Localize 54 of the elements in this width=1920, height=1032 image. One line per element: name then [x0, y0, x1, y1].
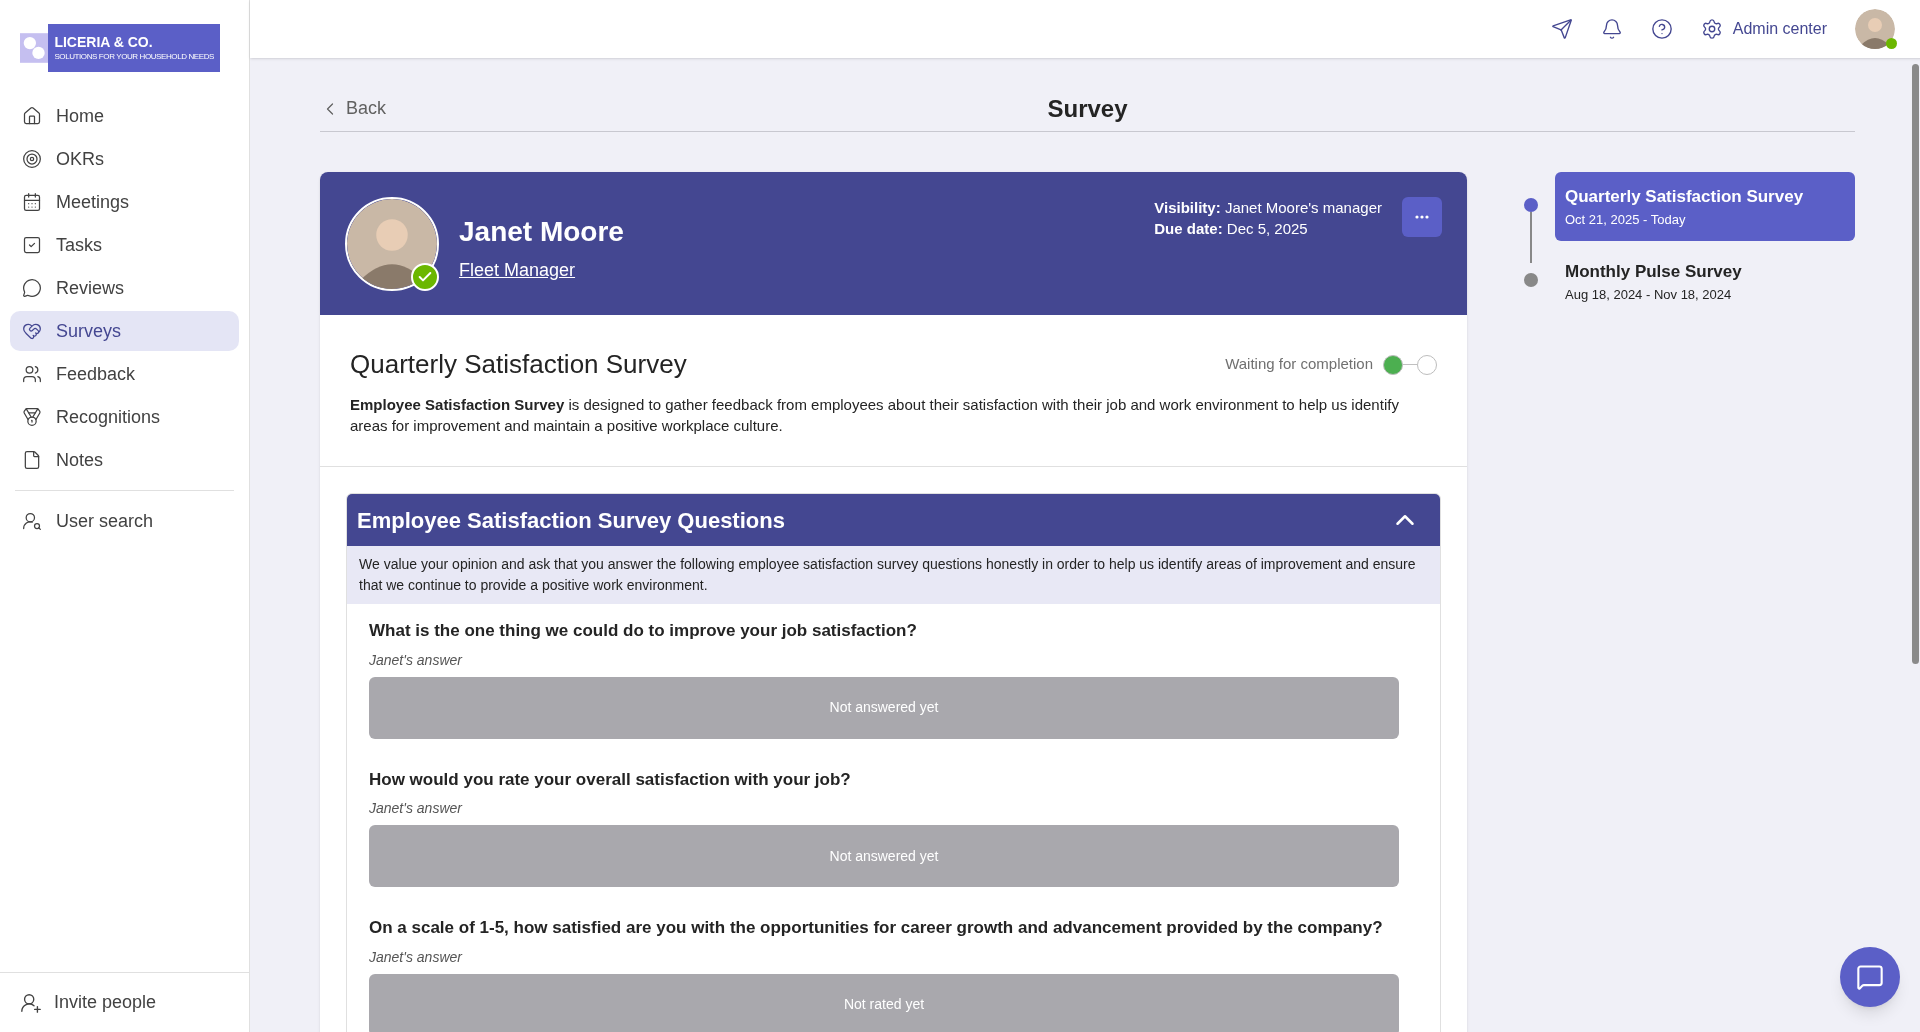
section-title: Employee Satisfaction Survey Questions	[357, 506, 785, 535]
question-text: On a scale of 1-5, how satisfied are you with the opportunities for career growth and advancement provided by the company?	[369, 917, 1384, 939]
back-link[interactable]: Back	[320, 95, 387, 122]
settings-icon	[1700, 18, 1723, 40]
invite-link[interactable]: Invite people	[20, 989, 157, 1016]
admin-center-button[interactable]: Admin center	[1700, 17, 1827, 41]
document-icon	[22, 450, 42, 470]
send-button[interactable]	[1550, 18, 1573, 40]
survey-title: Quarterly Satisfaction Survey	[350, 348, 687, 381]
answer-text: Not answered yet	[829, 698, 939, 717]
ellipsis-icon	[1415, 215, 1429, 219]
timeline-item[interactable]: Quarterly Satisfaction Survey Oct 21, 2025 - Today	[1555, 172, 1855, 241]
sidebar-item[interactable]: Feedback	[10, 354, 239, 394]
logo-tagline: SOLUTIONS FOR YOUR HOUSEHOLD NEEDS	[54, 51, 214, 62]
person-name: Janet Moore	[459, 215, 624, 249]
timeline-item[interactable]: Monthly Pulse Survey Aug 18, 2024 - Nov 18, 2024	[1555, 247, 1855, 316]
sidebar-item[interactable]: OKRs	[10, 139, 239, 179]
answer-text: Not rated yet	[843, 995, 925, 1014]
role-link[interactable]: Fleet Manager	[459, 257, 624, 284]
sidebar-item[interactable]: Meetings	[10, 182, 239, 222]
notifications-button[interactable]	[1600, 18, 1623, 40]
add-person-icon	[20, 991, 42, 1014]
logo-name: LICERIA & CO.	[54, 34, 154, 49]
answer-text: Not answered yet	[829, 846, 939, 866]
home-icon	[22, 106, 42, 126]
survey-description: Employee Satisfaction Survey is designed to gather feedback from employees about their satisfaction with their job and work environment to help us identify areas for improvement and maintain a positive workplace culture.	[350, 395, 1400, 436]
user-search-icon	[22, 511, 42, 531]
target-icon	[22, 149, 42, 169]
chat-icon	[1856, 963, 1884, 991]
sidebar-item[interactable]: Recognitions	[10, 397, 239, 437]
sidebar-item[interactable]: Tasks	[10, 225, 239, 265]
visibility-text: Visibility: Janet Moore's manager	[1154, 198, 1382, 218]
page-title: Survey	[1047, 93, 1128, 124]
question-text: How would you rate your overall satisfaction with your job?	[369, 768, 852, 791]
question-text: What is the one thing we could do to improve your job satisfaction?	[369, 620, 918, 642]
chat-button[interactable]	[1840, 947, 1900, 1007]
sidebar-item[interactable]: Surveys	[10, 311, 239, 351]
sidebar-item[interactable]: User search	[10, 501, 239, 541]
calendar-icon	[22, 192, 42, 212]
answer-label: Janet's answer	[369, 799, 464, 818]
help-button[interactable]	[1650, 18, 1673, 40]
sidebar-item[interactable]: Home	[10, 96, 239, 136]
answer-label: Janet's answer	[369, 650, 464, 670]
sidebar-item[interactable]: Notes	[10, 440, 239, 480]
answer-label: Janet's answer	[369, 947, 464, 967]
medal-icon	[22, 407, 42, 427]
people-icon	[22, 364, 42, 384]
due-date-text: Due date: Dec 5, 2025	[1154, 219, 1309, 239]
sidebar-item[interactable]: Reviews	[10, 268, 239, 308]
user-avatar	[1855, 9, 1895, 49]
checkbox-icon	[22, 235, 42, 255]
status-text: Waiting for completion	[1225, 354, 1373, 375]
section-intro: We value your opinion and ask that you answer the following employee satisfaction survey questions honestly in order to help us identify areas of improvement and ensure that we continue to provide a positive work environment.	[347, 546, 1440, 604]
speech-bubble-icon	[22, 278, 42, 298]
